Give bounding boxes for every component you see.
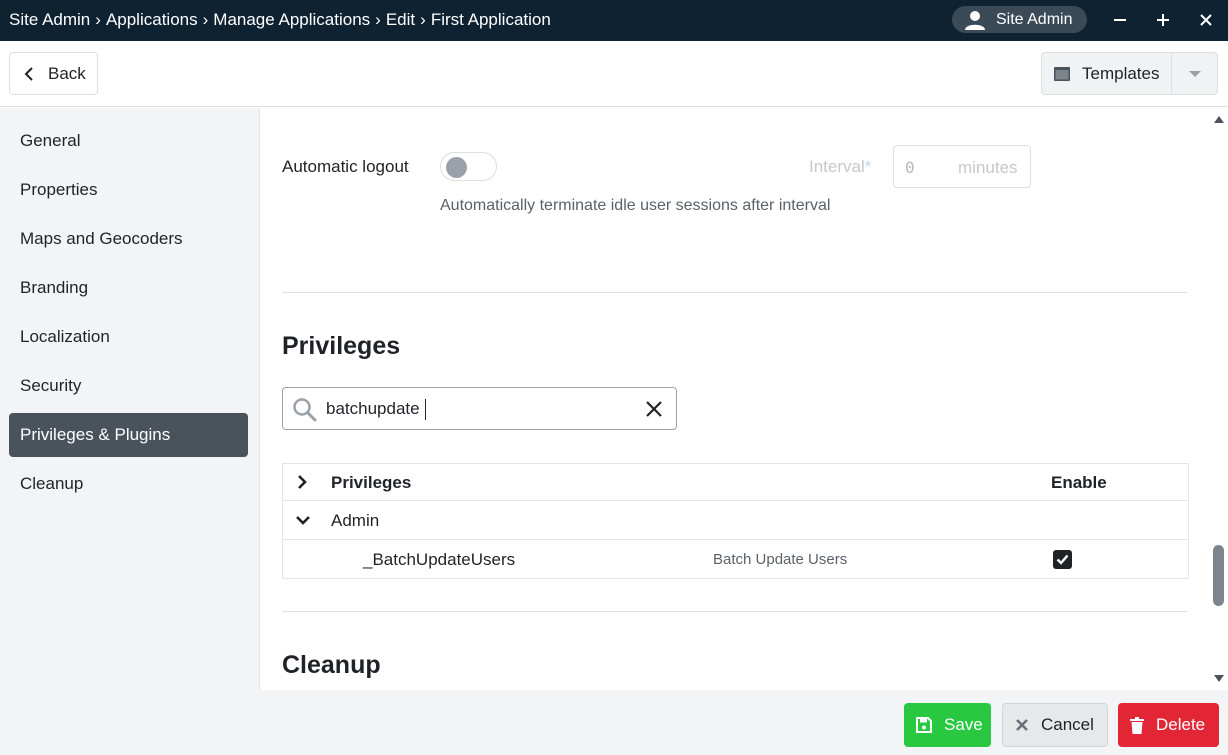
automatic-logout-toggle[interactable] [440,152,497,181]
automatic-logout-label: Automatic logout [282,157,409,176]
breadcrumb-first-application: First Application [430,10,551,29]
column-header-privileges: Privileges [331,473,412,492]
save-icon [916,717,932,733]
privilege-enable-checkbox[interactable] [1053,550,1072,569]
column-header-enable: Enable [1051,473,1107,492]
search-icon [293,398,317,422]
breadcrumb-edit[interactable]: Edit [386,10,415,29]
delete-label: Delete [1156,715,1206,734]
interval-label-text: Interval [809,157,865,176]
privilege-description: Batch Update Users [713,551,848,568]
sidebar-item-label: Localization [20,327,110,346]
checkmark-icon [1056,554,1069,565]
scrollbar-thumb[interactable] [1213,545,1224,606]
scroll-up-icon[interactable] [1213,114,1225,124]
user-icon [965,10,985,30]
sidebar-item-branding[interactable]: Branding [9,266,248,310]
cleanup-section-title: Cleanup [282,651,381,679]
privileges-table: Privileges Enable Admin _BatchUpdateUser… [282,463,1189,579]
privileges-search-input[interactable]: batchupdate [282,387,677,430]
templates-button-group: Templates [1041,52,1218,95]
settings-content: Automatic logout Automatically terminate… [261,108,1210,690]
close-icon [1200,14,1212,26]
table-header-row: Privileges Enable [283,464,1188,501]
sidebar-item-security[interactable]: Security [9,364,248,408]
caret-down-icon [1188,70,1201,77]
sidebar-item-label: Privileges & Plugins [20,425,171,444]
breadcrumb-site-admin[interactable]: Site Admin [9,10,90,29]
sidebar-item-properties[interactable]: Properties [9,168,248,212]
breadcrumb-manage-applications[interactable]: Manage Applications [213,10,370,29]
sidebar-item-localization[interactable]: Localization [9,315,248,359]
required-asterisk: * [864,157,872,176]
sidebar-item-cleanup[interactable]: Cleanup [9,462,248,506]
user-name: Site Admin [996,10,1073,28]
scroll-down-icon[interactable] [1213,674,1225,684]
footer-actions: Save Cancel Delete [0,690,1228,755]
breadcrumb-separator: › [420,10,426,29]
breadcrumb-separator: › [95,10,101,29]
sidebar-item-label: Security [20,376,82,395]
interval-unit: minutes [958,158,1018,177]
back-label: Back [48,63,86,83]
sidebar-item-privileges-and-plugins[interactable]: Privileges & Plugins [9,413,248,457]
close-icon [1016,719,1028,731]
sidebar-item-general[interactable]: General [9,119,248,163]
toolbar: Back Templates [0,41,1228,107]
maximize-button[interactable] [1151,8,1175,32]
section-divider [282,292,1187,293]
automatic-logout-description: Automatically terminate idle user sessio… [440,197,831,214]
chevron-right-icon[interactable] [295,474,309,490]
chevron-left-icon [24,66,33,81]
sidebar-item-label: Maps and Geocoders [20,229,183,248]
toggle-knob [446,157,467,178]
back-button[interactable]: Back [9,52,98,95]
breadcrumb: Site Admin › Applications › Manage Applicati… [9,10,551,30]
minus-icon [1114,19,1126,21]
cancel-button[interactable]: Cancel [1002,703,1108,747]
table-row: _BatchUpdateUsers Batch Update Users [283,540,1188,579]
user-menu-button[interactable]: Site Admin [952,6,1087,33]
cancel-label: Cancel [1041,715,1094,734]
breadcrumb-separator: › [202,10,209,29]
title-bar: Site Admin › Applications › Manage Applicati… [0,0,1228,41]
group-row-admin[interactable]: Admin [283,501,1188,540]
interval-value: 0 [905,158,915,177]
sidebar-item-label: General [20,131,81,150]
close-window-button[interactable] [1194,8,1218,32]
text-cursor [425,399,426,420]
save-label: Save [944,715,983,734]
templates-dropdown-button[interactable] [1172,53,1217,94]
templates-button[interactable]: Templates [1042,53,1172,94]
privilege-name: _BatchUpdateUsers [363,550,516,569]
templates-label: Templates [1082,63,1160,83]
sidebar-item-maps-and-geocoders[interactable]: Maps and Geocoders [9,217,248,261]
privileges-section-title: Privileges [282,332,401,360]
delete-button[interactable]: Delete [1118,703,1219,747]
interval-input[interactable]: 0 minutes [893,145,1031,188]
section-divider [282,611,1187,612]
chevron-down-icon[interactable] [295,513,311,527]
interval-label: Interval* [809,157,871,177]
content-scrollbar[interactable] [1210,108,1228,690]
breadcrumb-separator: › [375,10,381,29]
save-button[interactable]: Save [904,703,991,747]
group-name: Admin [331,511,380,530]
search-value: batchupdate [326,399,420,418]
sidebar-item-label: Properties [20,180,98,199]
template-icon [1054,66,1070,81]
breadcrumb-applications[interactable]: Applications [106,10,198,29]
minimize-button[interactable] [1108,8,1132,32]
settings-sidebar: General Properties Maps and Geocoders Br… [0,108,260,690]
sidebar-item-label: Cleanup [20,474,84,493]
trash-icon [1130,716,1144,734]
sidebar-item-label: Branding [20,278,89,297]
plus-icon [1157,14,1169,26]
clear-search-icon[interactable] [644,399,664,419]
